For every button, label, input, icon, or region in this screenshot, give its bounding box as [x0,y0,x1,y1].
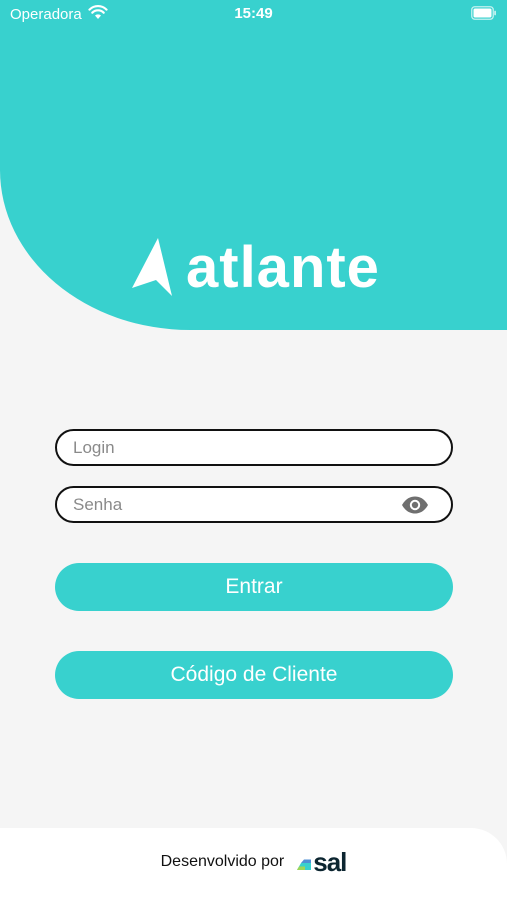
brand-logo: atlante [130,232,380,304]
eye-icon[interactable] [401,496,429,514]
enter-button[interactable]: Entrar [55,563,453,611]
developed-by-label: Desenvolvido por [160,853,285,870]
sal-logo: sal [296,847,347,877]
clock: 15:49 [234,5,273,22]
client-code-button[interactable]: Código de Cliente [55,651,453,699]
login-field[interactable] [55,429,453,466]
brand-name: atlante [186,235,380,300]
footer: Desenvolvido por sal [0,828,507,900]
login-input[interactable] [57,431,451,464]
password-input[interactable] [57,488,451,521]
sal-logo-text: sal [313,847,347,877]
battery-icon [471,6,496,20]
password-field[interactable] [55,486,453,523]
status-bar: Operadora 15:49 [0,0,507,28]
sal-logo-icon [297,859,312,870]
login-screen: Operadora 15:49 atlante Entrar Código de… [0,0,507,900]
arrow-logo-icon [132,238,172,296]
